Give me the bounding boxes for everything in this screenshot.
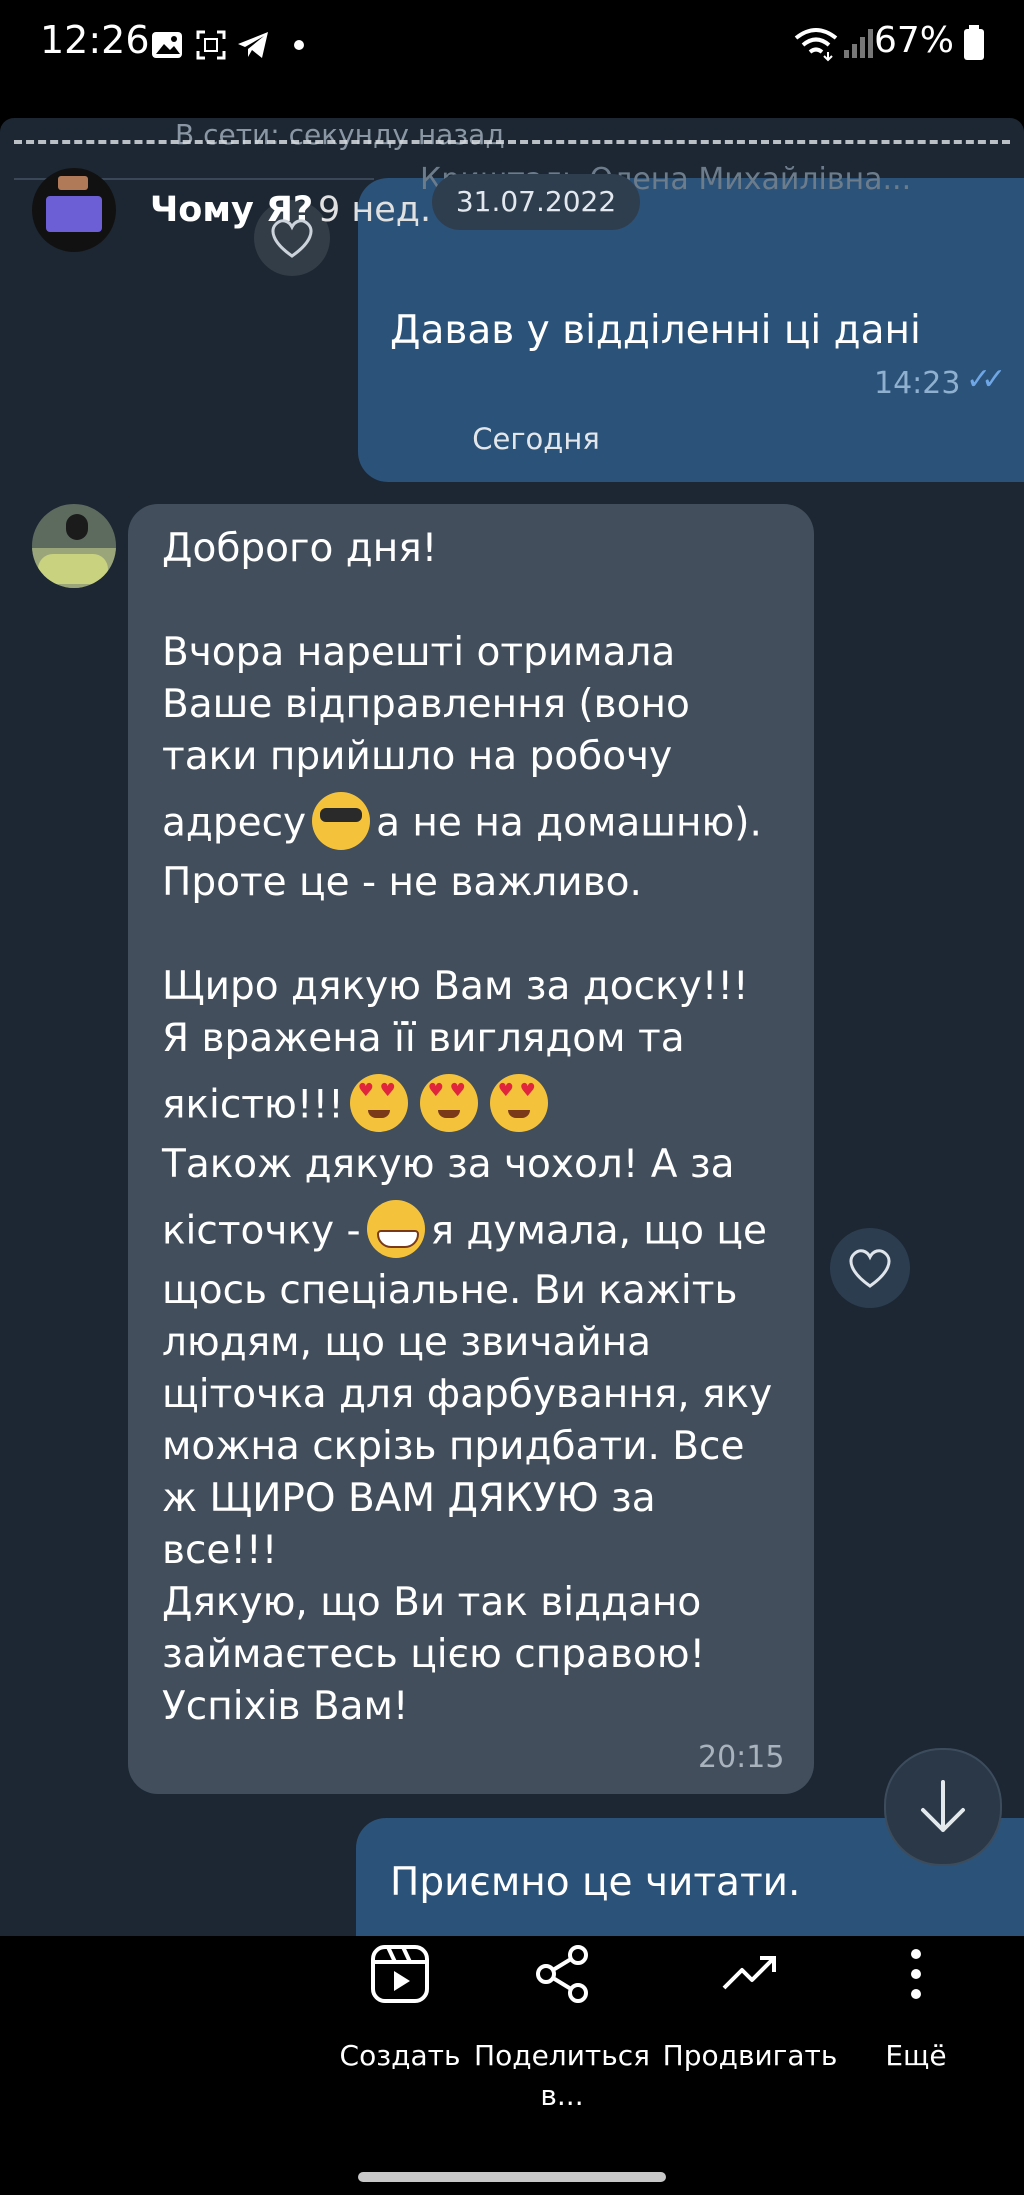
reel-create-icon (371, 1945, 429, 2003)
heart-eyes-emoji-icon (489, 1074, 548, 1132)
message-line: Проте це - не важливо. (162, 860, 642, 905)
gesture-nav-handle[interactable] (358, 2172, 666, 2182)
like-button[interactable] (254, 200, 330, 276)
notification-dot-icon (294, 40, 304, 50)
message-line: все!!! (162, 1528, 278, 1573)
dashed-divider (14, 140, 1010, 144)
heart-icon (849, 1249, 891, 1288)
message-text: кісточку - (162, 1208, 361, 1254)
share-label: Поделиться в... (474, 2039, 650, 2112)
date-pill: 31.07.2022 (432, 174, 640, 230)
message-line: Доброго дня! (162, 526, 438, 571)
reel-avatar[interactable] (32, 168, 116, 252)
status-bar: 12:26 67% (0, 0, 1024, 90)
message-line: Також дякую за чохол! А за (162, 1142, 735, 1187)
message-line: таки прийшло на робочу (162, 734, 673, 779)
screenshot-icon (196, 30, 226, 60)
gallery-icon (152, 32, 182, 58)
share-button[interactable]: Поделиться в... (452, 1936, 672, 2136)
message-text: Приємно це читати. (390, 1860, 801, 1905)
more-vertical-icon (911, 1949, 921, 1999)
message-line: Дякую, що Ви так віддано (162, 1580, 702, 1625)
share-icon (536, 1945, 588, 2003)
battery-icon (964, 25, 984, 60)
avatar[interactable] (32, 504, 116, 588)
more-button[interactable]: Ещё (806, 1936, 1024, 2136)
message-time: 20:15 (698, 1740, 785, 1775)
message-line: Щиро дякую Вам за доску!!! (162, 964, 749, 1009)
grin-emoji-icon (366, 1200, 425, 1258)
reel-action-bar: Создать Поделиться в... Продвигать Ещё (0, 1936, 1024, 2195)
arrow-down-icon (921, 1780, 965, 1832)
message-line: займаєтесь цією справою! (162, 1632, 706, 1677)
telegram-icon (238, 32, 268, 58)
message-line: Вчора нарешті отримала (162, 630, 676, 675)
like-button[interactable] (830, 1228, 910, 1308)
message-line: щось спеціальне. Ви кажіть (162, 1268, 738, 1313)
read-checks-icon: ✓✓ (966, 362, 1006, 397)
status-time: 12:26 (40, 18, 150, 62)
message-text: а не на домашню). (376, 800, 762, 846)
chat-area[interactable]: В сети: секунду назад Давав у відділенні… (0, 118, 1024, 1936)
online-status: В сети: секунду назад (175, 118, 505, 151)
trending-icon (722, 1956, 776, 1990)
message-text: я думала, що це (430, 1208, 767, 1254)
battery-percent: 67% (873, 20, 954, 61)
message-line: Успіхів Вам! (162, 1684, 409, 1729)
message-text: адресу (162, 800, 307, 846)
wifi-icon (794, 28, 838, 62)
more-label: Ещё (885, 2039, 947, 2072)
message-line-with-emoji: адресу а не на домашню). (162, 792, 762, 854)
message-time: 14:23 (874, 366, 961, 401)
date-separator: Сегодня (472, 422, 600, 456)
heart-eyes-emoji-icon (419, 1074, 478, 1132)
message-bubble-incoming[interactable]: Доброго дня! Вчора нарешті отримала Ваше… (128, 504, 814, 1794)
message-line: щіточка для фарбування, яку (162, 1372, 773, 1417)
scroll-down-button[interactable] (884, 1748, 1002, 1866)
reel-age: 9 нед. (318, 190, 432, 230)
message-text: Давав у відділенні ці дані (390, 308, 921, 353)
heart-icon (271, 219, 313, 258)
message-line: людям, що це звичайна (162, 1320, 652, 1365)
message-line: Я вражена її виглядом та (162, 1016, 685, 1061)
message-line-with-emoji: кісточку - я думала, що це (162, 1200, 767, 1262)
cool-emoji-icon (312, 792, 371, 850)
heart-eyes-emoji-icon (349, 1074, 408, 1132)
message-line: можна скрізь придбати. Все (162, 1424, 745, 1469)
message-line-with-emoji: якістю!!! (162, 1074, 554, 1136)
signal-icon (844, 29, 873, 58)
message-line: ж ЩИРО ВАМ ДЯКУЮ за (162, 1476, 656, 1521)
message-line: Ваше відправлення (воно (162, 682, 690, 727)
message-text: якістю!!! (162, 1082, 344, 1128)
